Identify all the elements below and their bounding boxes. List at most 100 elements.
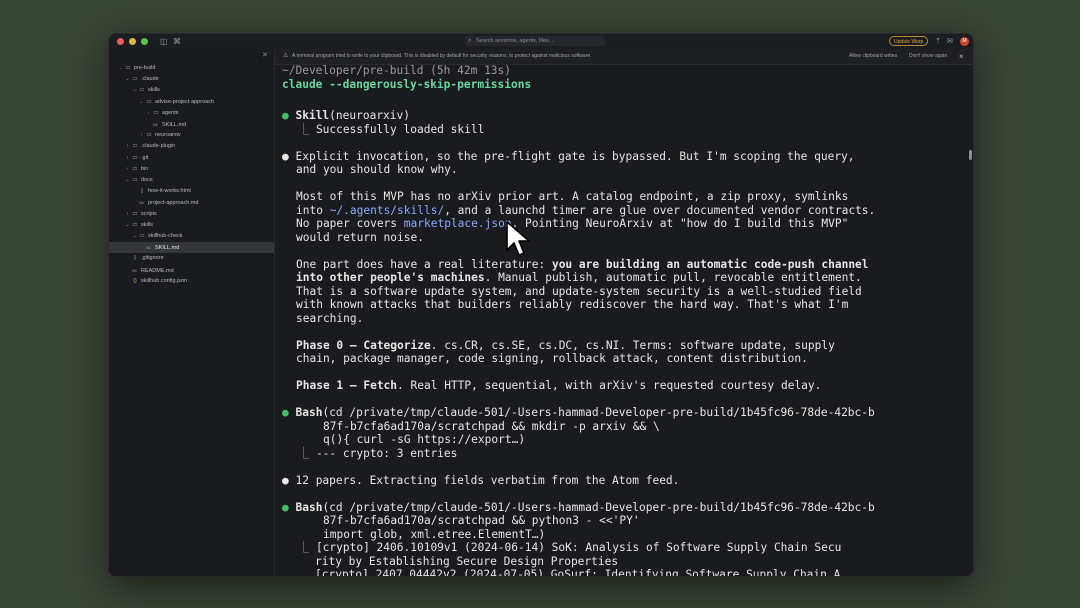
message-line: chain, package manager, code signing, ro…: [296, 352, 808, 365]
chevron-down-icon[interactable]: ⌄: [138, 97, 145, 108]
close-icon[interactable]: ×: [959, 49, 964, 64]
tree-item[interactable]: ▯ how-it-works.html: [109, 186, 274, 197]
inbox-icon[interactable]: ✉: [947, 36, 953, 47]
tree-item[interactable]: ▯ .gitignore: [109, 253, 274, 264]
allow-clipboard-button[interactable]: Allow clipboard writes: [849, 49, 897, 64]
app-window: ◫ ⌘ ⌕ Search sessions, agents, files... …: [108, 33, 974, 577]
prompt-command: claude --dangerously-skip-permissions: [282, 78, 532, 91]
bash-block: ● Bash(cd /private/tmp/claude-501/-Users…: [282, 501, 875, 514]
sidebar-toggle-icon[interactable]: ◫: [160, 36, 168, 47]
folder-icon: ▭: [132, 177, 138, 183]
close-window-button[interactable]: [117, 38, 124, 45]
tree-item[interactable]: M↓ README.md: [109, 265, 274, 276]
chevron-right-icon[interactable]: ›: [124, 164, 131, 175]
tree-item[interactable]: › ▭ neuroarxiv: [109, 130, 274, 141]
tree-item-label: README.md: [141, 267, 174, 274]
tree-item[interactable]: ⌄ ▭ .claude: [109, 74, 274, 85]
message-dot-icon: ●: [282, 150, 296, 163]
tree-item[interactable]: ⌄ ▭ pre-build: [109, 63, 274, 74]
path-link[interactable]: ~/.agents/skills/: [330, 204, 445, 217]
scrollbar-thumb[interactable]: [969, 150, 972, 160]
tree-item[interactable]: {} skillhub.config.json: [109, 276, 274, 287]
message-dot-icon: ●: [282, 474, 296, 487]
search-input[interactable]: ⌕ Search sessions, agents, files...: [465, 36, 605, 46]
tree-item[interactable]: ⌄ ▭ advise-project-approach: [109, 97, 274, 108]
tree-item-label: neuroarxiv: [155, 132, 181, 139]
tree-item[interactable]: ⌄ ▭ docs: [109, 175, 274, 186]
message-text: . cs.CR, cs.SE, cs.DC, cs.NI. Terms: sof…: [430, 339, 835, 352]
tree-item-label: .gitignore: [141, 255, 164, 262]
command-icon[interactable]: ⌘: [173, 36, 181, 47]
tree-item-label: .git: [141, 154, 149, 161]
chevron-right-icon[interactable]: ›: [124, 153, 131, 164]
tree-item-label: .claude-plugin: [141, 143, 176, 150]
chevron-down-icon[interactable]: ⌄: [117, 63, 124, 74]
bash-line: 87f-b7cfa6ad170a/scratchpad && mkdir -p …: [323, 420, 660, 433]
emphasis-text: Phase 1 — Fetch: [296, 379, 398, 392]
chevron-down-icon[interactable]: ⌄: [131, 85, 138, 96]
message-line: would return noise.: [296, 231, 424, 244]
success-dot-icon: ●: [282, 109, 296, 122]
folder-icon: ▭: [132, 76, 138, 83]
tree-item[interactable]: ⌄ ▭ skills: [109, 85, 274, 96]
avatar[interactable]: M: [960, 37, 969, 46]
chevron-down-icon[interactable]: ⌄: [124, 220, 131, 231]
message-line: ● 12 papers. Extracting fields verbatim …: [282, 474, 679, 487]
message-text: . Manual publish, automatic pull, revoca…: [484, 271, 862, 284]
file-link[interactable]: marketplace.json: [404, 217, 512, 230]
search-placeholder: Search sessions, agents, files...: [476, 38, 554, 44]
folder-icon: ▭: [132, 210, 138, 217]
tree-item-label: pre-build: [134, 65, 156, 71]
chevron-right-icon[interactable]: ›: [138, 130, 145, 141]
chevron-down-icon[interactable]: ⌄: [124, 175, 131, 186]
chevron-down-icon[interactable]: ⌄: [131, 231, 138, 242]
chevron-right-icon[interactable]: ›: [124, 209, 131, 220]
tree-item-label: SKILL.md: [155, 245, 180, 252]
zoom-window-button[interactable]: [141, 38, 148, 45]
terminal-output[interactable]: ~/Developer/pre-build (5h 42m 13s) claud…: [275, 64, 973, 576]
message-text: into: [296, 204, 330, 217]
skill-block: ● Skill(neuroarxiv): [282, 109, 410, 122]
clipboard-warning-banner: ⚠ A terminal program tried to write to y…: [275, 49, 973, 65]
tree-item[interactable]: › ▭ .git: [109, 153, 274, 164]
chevron-down-icon[interactable]: ⌄: [124, 74, 131, 85]
tree-item[interactable]: ⌄ ▭ skillhub-check: [109, 231, 274, 242]
scroll-to-bottom-icon[interactable]: ⤓: [958, 576, 962, 577]
tree-item[interactable]: M↓ SKILL.md: [109, 119, 274, 130]
folder-icon: ▭: [132, 165, 138, 172]
file-icon: ▯: [140, 188, 144, 195]
titlebar: ◫ ⌘ ⌕ Search sessions, agents, files... …: [109, 34, 973, 50]
tool-name: Skill: [295, 109, 330, 122]
message-text: . Pointing NeuroArxiv at "how do I build…: [511, 217, 849, 230]
chevron-right-icon[interactable]: ›: [124, 141, 131, 152]
tree-item[interactable]: ⌄ ▭ skills: [109, 220, 274, 231]
banner-message: A terminal program tried to write to you…: [292, 53, 592, 59]
success-dot-icon: ●: [282, 406, 296, 419]
dont-show-again-button[interactable]: Don't show again: [909, 49, 947, 64]
folder-icon: ▭: [139, 87, 145, 94]
chevron-right-icon[interactable]: ›: [145, 108, 152, 119]
emphasis-text: Phase 0 — Categorize: [296, 339, 431, 352]
minimize-window-button[interactable]: [129, 38, 136, 45]
tool-arg: (neuroarxiv): [329, 109, 410, 122]
tree-item[interactable]: › ▭ agents: [109, 108, 274, 119]
terminal-pane: ⚠ A terminal program tried to write to y…: [275, 49, 973, 576]
message-line: searching.: [296, 312, 364, 325]
message-line: into other people's machines. Manual pub…: [296, 271, 862, 284]
folder-icon: ▭: [132, 143, 138, 150]
result-branch-icon: ⎿: [298, 123, 316, 136]
tree-item-label: skills: [141, 221, 153, 228]
tree-item-label: .claude: [141, 76, 159, 83]
tree-item[interactable]: › ▭ bin: [109, 164, 274, 175]
message-line: ● Explicit invocation, so the pre-flight…: [282, 150, 855, 163]
tree-item[interactable]: › ▭ .claude-plugin: [109, 141, 274, 152]
update-button[interactable]: Update Warp: [889, 36, 929, 46]
tree-item[interactable]: M↓ SKILL.md: [109, 242, 274, 254]
tool-result: ⎿ --- crypto: 3 entries: [298, 447, 457, 460]
message-line: with known attacks that builders reliabl…: [296, 298, 849, 311]
close-icon[interactable]: ✕: [262, 51, 268, 59]
upload-icon[interactable]: ⇡: [935, 36, 941, 47]
tree-item[interactable]: › ▭ scripts: [109, 209, 274, 220]
tree-item[interactable]: M↓ project-approach.md: [109, 197, 274, 208]
message-line: No paper covers marketplace.json. Pointi…: [296, 217, 848, 230]
